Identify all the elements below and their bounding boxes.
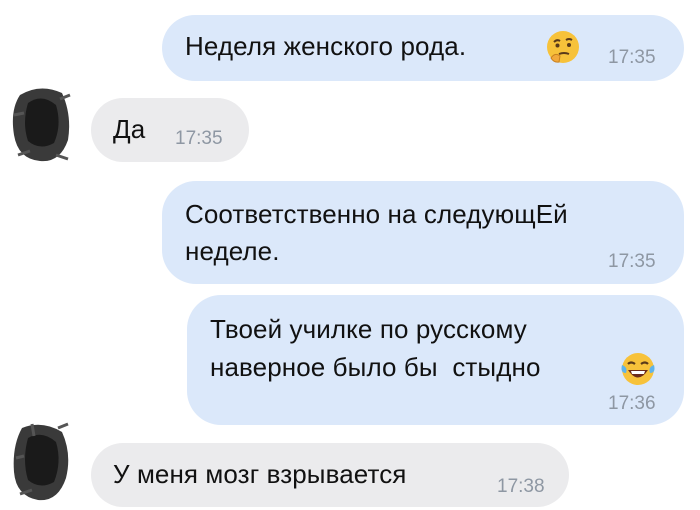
outgoing-message[interactable]: Неделя женского рода. 17:35 [162,15,684,81]
message-time: 17:35 [175,128,223,149]
message-text: Да [113,114,146,144]
outgoing-message[interactable]: Соответственно на следующЕй неделе. 17:3… [162,181,684,284]
message-time: 17:35 [608,47,656,68]
message-text-line: неделе. [185,236,280,266]
message-time: 17:35 [608,251,656,272]
message-text: Неделя женского рода. [185,31,467,61]
contact-avatar[interactable] [10,422,72,502]
thinking-face-icon [547,31,579,63]
laughing-tears-icon [621,353,655,385]
message-text-line: Соответственно на следующЕй [185,199,568,229]
message-text-line: Твоей училке по русскому [210,314,527,344]
incoming-message[interactable]: Да 17:35 [91,98,249,162]
contact-avatar[interactable] [10,85,72,165]
incoming-message[interactable]: У меня мозг взрывается 17:38 [91,443,569,507]
message-time: 17:36 [608,393,656,414]
message-text: У меня мозг взрывается [113,459,407,489]
chat-history[interactable]: Неделя женского рода. 17:35 Да 17:35 Соо… [0,0,700,510]
message-text-line: наверное было бы стыдно [210,352,541,382]
outgoing-message[interactable]: Твоей училке по русскому наверное было б… [187,295,684,425]
message-time: 17:38 [497,476,545,497]
